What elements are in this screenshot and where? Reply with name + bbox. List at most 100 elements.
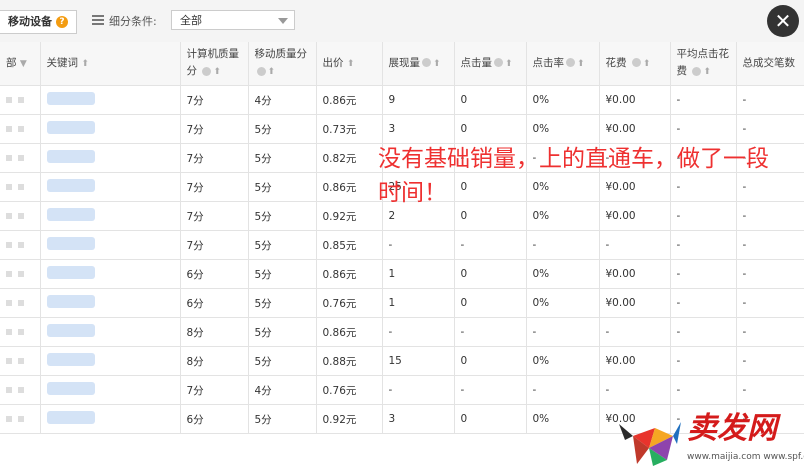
impressions-cell: 3 <box>382 404 455 434</box>
table-row[interactable]: 8分 5分 0.86元 - - - - - - <box>0 317 804 347</box>
mobile-quality-cell: 5分 <box>248 259 317 289</box>
help-icon <box>256 66 266 76</box>
row-checkbox[interactable] <box>0 404 41 434</box>
mobile-quality-cell: 4分 <box>248 375 317 405</box>
keyword-cell[interactable] <box>40 404 181 434</box>
pc-quality-cell: 7分 <box>180 201 249 231</box>
col-header-keyword[interactable]: 关键词 ⬆ <box>40 42 181 86</box>
deals-cell: - <box>736 375 804 405</box>
row-checkbox[interactable] <box>0 375 41 405</box>
mobile-quality-cell: 4分 <box>248 85 317 115</box>
impressions-cell: - <box>382 317 455 347</box>
filter-value: 全部 <box>180 14 202 27</box>
bid-cell: 0.82元 <box>316 143 383 173</box>
close-button[interactable]: ✕ <box>767 5 799 37</box>
keyword-cell[interactable] <box>40 201 181 231</box>
filter-label: 细分条件: <box>109 15 157 28</box>
col-header-clicks[interactable]: 点击量 ⬆ <box>454 42 527 86</box>
table-row[interactable]: 7分 5分 0.85元 - - - - - - <box>0 230 804 260</box>
keyword-cell[interactable] <box>40 85 181 115</box>
brand-url: www.maijia.com www.spf.cn/news <box>687 452 804 462</box>
cost-cell: - <box>599 375 671 405</box>
row-checkbox[interactable] <box>0 201 41 231</box>
table-header: 部 ▼ 关键词 ⬆ 计算机质量分 ⬆ 移动质量分 ⬆ 出价 ⬆ 展现量 ⬆ 点击量… <box>0 42 804 86</box>
table-row[interactable]: 6分 5分 0.76元 1 0 0% ¥0.00- - <box>0 288 804 318</box>
mobile-device-button[interactable]: 移动设备? <box>0 10 77 34</box>
cost-cell: ¥0.00 <box>599 85 671 115</box>
impressions-cell: 3 <box>382 114 455 144</box>
list-icon <box>92 15 104 26</box>
row-checkbox[interactable] <box>0 288 41 318</box>
avg-cpc-cell: - <box>670 317 737 347</box>
row-checkbox[interactable] <box>0 143 41 173</box>
keyword-cell[interactable] <box>40 288 181 318</box>
table-row[interactable]: 8分 5分 0.88元 15 0 0% ¥0.00- - <box>0 346 804 376</box>
row-checkbox[interactable] <box>0 85 41 115</box>
pc-quality-cell: 7分 <box>180 143 249 173</box>
keyword-cell[interactable] <box>40 172 181 202</box>
deals-cell: - <box>736 85 804 115</box>
col-header-prefix[interactable]: 部 ▼ <box>0 42 41 86</box>
device-label: 移动设备 <box>8 15 52 28</box>
col-header-avg-cpc[interactable]: 平均点击花费 ⬆ <box>670 42 737 86</box>
row-checkbox[interactable] <box>0 230 41 260</box>
ctr-cell: - <box>526 317 600 347</box>
col-header-deals[interactable]: 总成交笔数 <box>736 42 804 86</box>
table-row[interactable]: 6分 5分 0.86元 1 0 0% ¥0.00- - <box>0 259 804 289</box>
filter-select[interactable]: 全部 <box>171 10 295 30</box>
col-header-cost[interactable]: 花费 ⬆ <box>599 42 671 86</box>
row-checkbox[interactable] <box>0 317 41 347</box>
sort-arrow-icon: ⬆ <box>267 67 276 77</box>
chevron-down-icon: ▼ <box>19 58 27 69</box>
clicks-cell: 0 <box>454 404 527 434</box>
sort-arrow-icon: ⬆ <box>346 58 355 69</box>
clicks-cell: - <box>454 230 527 260</box>
mobile-quality-cell: 5分 <box>248 346 317 376</box>
col-header-bid[interactable]: 出价 ⬆ <box>316 42 383 86</box>
keyword-cell[interactable] <box>40 375 181 405</box>
clicks-cell: 0 <box>454 114 527 144</box>
pc-quality-cell: 8分 <box>180 346 249 376</box>
bid-cell: 0.88元 <box>316 346 383 376</box>
keyword-table: 部 ▼ 关键词 ⬆ 计算机质量分 ⬆ 移动质量分 ⬆ 出价 ⬆ 展现量 ⬆ 点击量… <box>0 42 804 434</box>
sort-arrow-icon: ⬆ <box>642 58 651 69</box>
keyword-cell[interactable] <box>40 259 181 289</box>
keyword-cell[interactable] <box>40 346 181 376</box>
col-header-pc-quality[interactable]: 计算机质量分 ⬆ <box>180 42 249 86</box>
ctr-cell: - <box>526 230 600 260</box>
sort-arrow-icon: ⬆ <box>213 67 221 77</box>
col-header-ctr[interactable]: 点击率 ⬆ <box>526 42 600 86</box>
mobile-quality-cell: 5分 <box>248 201 317 231</box>
clicks-cell: 0 <box>454 346 527 376</box>
cost-cell: ¥0.00 <box>599 346 671 376</box>
row-checkbox[interactable] <box>0 259 41 289</box>
row-checkbox[interactable] <box>0 172 41 202</box>
table-row[interactable]: 7分 4分 0.86元 9 0 0% ¥0.00- - <box>0 85 804 115</box>
deals-cell: - <box>736 230 804 260</box>
watermark-logo: 卖发网 www.maijia.com www.spf.cn/news <box>615 408 804 472</box>
keyword-cell[interactable] <box>40 114 181 144</box>
bull-logo-icon <box>619 422 681 466</box>
deals-cell: - <box>736 114 804 144</box>
col-header-mobile-quality[interactable]: 移动质量分 ⬆ <box>248 42 317 86</box>
bid-cell: 0.92元 <box>316 404 383 434</box>
keyword-cell[interactable] <box>40 143 181 173</box>
pc-quality-cell: 6分 <box>180 259 249 289</box>
keyword-cell[interactable] <box>40 230 181 260</box>
row-checkbox[interactable] <box>0 346 41 376</box>
ctr-cell: 0% <box>526 346 600 376</box>
help-icon <box>494 58 503 67</box>
bid-cell: 0.85元 <box>316 230 383 260</box>
sort-arrow-icon: ⬆ <box>433 58 441 69</box>
col-header-impressions[interactable]: 展现量 ⬆ <box>382 42 455 86</box>
bid-cell: 0.86元 <box>316 172 383 202</box>
table-row[interactable]: 7分 4分 0.76元 - - - - - - <box>0 375 804 405</box>
ctr-cell: 0% <box>526 288 600 318</box>
bid-cell: 0.86元 <box>316 317 383 347</box>
sort-arrow-icon: ⬆ <box>703 67 711 77</box>
chevron-down-icon <box>278 18 288 24</box>
table-row[interactable]: 7分 5分 0.73元 3 0 0% ¥0.00- - <box>0 114 804 144</box>
row-checkbox[interactable] <box>0 114 41 144</box>
keyword-cell[interactable] <box>40 317 181 347</box>
help-icon[interactable]: ? <box>56 16 68 28</box>
